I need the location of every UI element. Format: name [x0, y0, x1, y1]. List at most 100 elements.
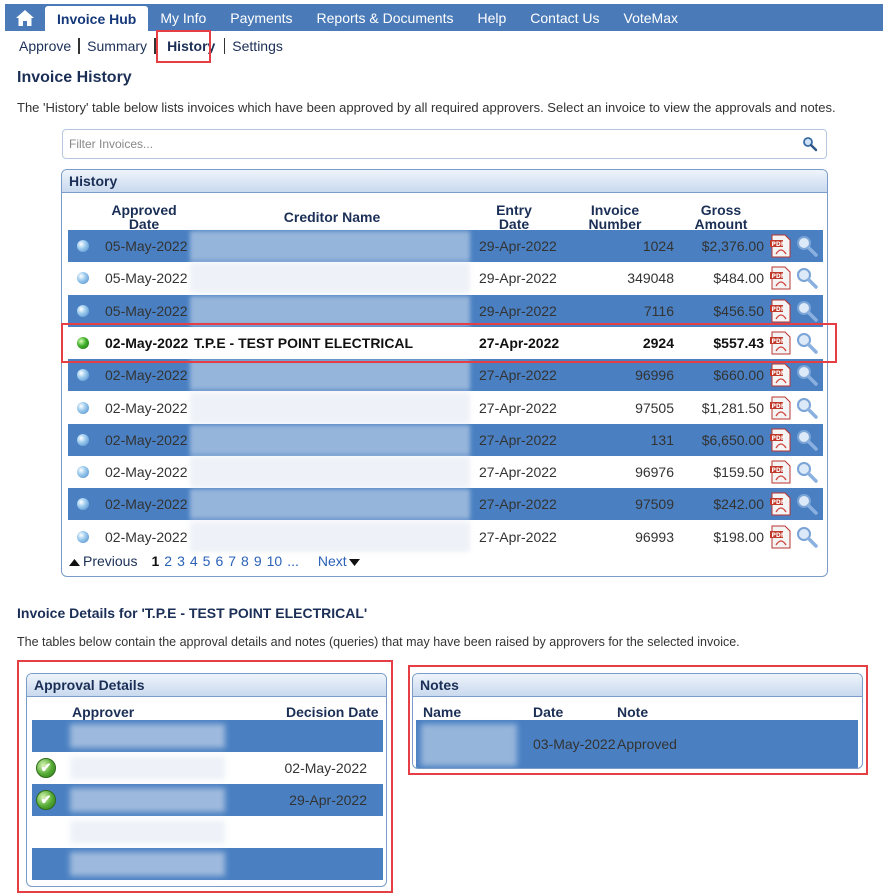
pagination: Previous 1 2 3 4 5 6 7 8 9 10... Next [69, 553, 366, 569]
pdf-icon[interactable]: PDF [770, 262, 792, 294]
page-number-link[interactable]: 4 [190, 553, 198, 569]
pdf-icon[interactable]: PDF [770, 230, 792, 262]
next-page-button[interactable]: Next [318, 553, 360, 569]
view-magnifier-icon[interactable] [796, 327, 818, 359]
table-row[interactable]: 02-May-2022 27-Apr-2022 97505 $1,281.50 PDF [68, 392, 823, 424]
status-dot-icon [77, 466, 89, 479]
pdf-icon[interactable]: PDF [770, 327, 792, 359]
page-number-link[interactable]: 8 [241, 553, 249, 569]
page-number-link[interactable]: 3 [177, 553, 185, 569]
subnav-summary[interactable]: Summary [81, 38, 153, 54]
check-icon: ✔ [36, 758, 56, 778]
column-creditor-name[interactable]: Creditor Name [194, 200, 470, 234]
view-magnifier-icon[interactable] [796, 456, 818, 488]
table-row[interactable]: 05-May-2022 29-Apr-2022 7116 $456.50 PDF [68, 294, 823, 327]
svg-text:PDF: PDF [772, 499, 785, 506]
page-number-link[interactable]: 9 [254, 553, 262, 569]
subnav-divider [78, 38, 81, 54]
approval-row [32, 720, 383, 752]
home-icon [16, 9, 34, 26]
nav-tab-payments[interactable]: Payments [218, 4, 304, 31]
page-number-link[interactable]: 2 [164, 553, 172, 569]
subnav-approve[interactable]: Approve [13, 38, 77, 54]
gross-amount: $159.50 [713, 464, 764, 481]
pdf-icon[interactable]: PDF [770, 392, 792, 424]
decision-date: 29-Apr-2022 [289, 792, 367, 808]
table-row[interactable]: 02-May-2022 27-Apr-2022 97509 $242.00 PDF [68, 488, 823, 521]
column-approved-date[interactable]: Approved Date [106, 200, 182, 234]
entry-date: 27-Apr-2022 [479, 334, 560, 351]
view-magnifier-icon[interactable] [796, 521, 818, 553]
page-title: Invoice History [17, 69, 132, 86]
pdf-icon[interactable]: PDF [770, 295, 792, 327]
view-magnifier-icon[interactable] [796, 262, 818, 294]
table-row[interactable]: 05-May-2022 29-Apr-2022 349048 $484.00 PDF [68, 262, 823, 294]
status-dot-icon [77, 240, 89, 252]
pdf-icon[interactable]: PDF [770, 456, 792, 488]
approval-row: ✔ 29-Apr-2022 [32, 784, 383, 816]
subnav-history[interactable]: History [161, 38, 221, 54]
page-number-link[interactable]: 7 [228, 553, 236, 569]
gross-amount: $456.50 [713, 302, 764, 319]
view-magnifier-icon[interactable] [796, 424, 818, 456]
redacted-text [190, 231, 470, 261]
nav-tab-my-info[interactable]: My Info [148, 4, 218, 31]
page-number-link[interactable]: 1 [151, 553, 159, 569]
page-number-link[interactable]: 6 [215, 553, 223, 569]
table-row[interactable]: 02-May-2022 27-Apr-2022 96976 $159.50 PDF [68, 456, 823, 488]
pdf-icon[interactable]: PDF [770, 424, 792, 456]
pdf-icon[interactable]: PDF [770, 488, 792, 520]
row-status [77, 230, 91, 262]
home-button[interactable] [5, 4, 45, 31]
subnav-divider [224, 38, 226, 54]
table-row[interactable]: 05-May-2022 29-Apr-2022 1024 $2,376.00 PDF [68, 230, 823, 262]
creditor-name [190, 262, 474, 294]
view-magnifier-icon[interactable] [796, 488, 818, 520]
note-date: 03-May-2022 [533, 736, 616, 752]
column-name: Name [423, 704, 462, 720]
nav-tab-help[interactable]: Help [465, 4, 518, 31]
creditor-name [190, 456, 474, 488]
pdf-icon[interactable]: PDF [770, 521, 792, 553]
column-invoice-number[interactable]: Invoice Number [576, 200, 654, 234]
row-status [77, 262, 91, 294]
row-status [77, 456, 91, 488]
view-magnifier-icon[interactable] [796, 295, 818, 327]
entry-date: 27-Apr-2022 [479, 528, 557, 545]
view-magnifier-icon[interactable] [796, 359, 818, 391]
column-entry-date[interactable]: Entry Date [476, 200, 552, 234]
view-magnifier-icon[interactable] [796, 392, 818, 424]
redacted-text [421, 724, 517, 766]
column-gross-amount[interactable]: Gross Amount [682, 200, 760, 234]
pdf-icon[interactable]: PDF [770, 359, 792, 391]
subnav-settings[interactable]: Settings [226, 38, 289, 54]
row-status [77, 392, 91, 424]
nav-tab-reports-documents[interactable]: Reports & Documents [305, 4, 466, 31]
invoice-number: 349048 [627, 270, 674, 287]
column-creditor-name-label: Creditor Name [283, 209, 381, 225]
nav-tab-invoice-hub[interactable]: Invoice Hub [45, 6, 149, 31]
approved-date: 05-May-2022 [105, 238, 188, 254]
previous-page-button[interactable]: Previous [69, 553, 137, 569]
subnav-divider [154, 38, 157, 54]
page-description: The 'History' table below lists invoices… [17, 100, 836, 115]
previous-label: Previous [83, 553, 138, 569]
top-navigation: Invoice Hub My Info Payments Reports & D… [5, 4, 883, 31]
creditor-name [190, 359, 474, 391]
table-row[interactable]: 02-May-2022 27-Apr-2022 131 $6,650.00 PDF [68, 423, 823, 456]
view-magnifier-icon[interactable] [796, 230, 818, 262]
redacted-text [190, 392, 470, 423]
status-dot-icon [77, 369, 89, 382]
page-number-link[interactable]: 5 [203, 553, 211, 569]
redacted-text [70, 852, 225, 876]
nav-tab-contact-us[interactable]: Contact Us [518, 4, 611, 31]
table-row[interactable]: 02-May-2022 27-Apr-2022 96993 $198.00 PDF [68, 521, 823, 553]
filter-input[interactable] [67, 131, 767, 157]
table-row[interactable]: 02-May-2022 T.P.E - TEST POINT ELECTRICAL… [68, 327, 823, 359]
search-icon[interactable] [802, 136, 818, 152]
nav-tab-votemax[interactable]: VoteMax [612, 4, 690, 31]
page-number-link[interactable]: 10 [267, 553, 283, 569]
table-row[interactable]: 02-May-2022 27-Apr-2022 96996 $660.00 PDF [68, 359, 823, 392]
next-label: Next [317, 553, 347, 569]
redacted-text [190, 360, 470, 391]
